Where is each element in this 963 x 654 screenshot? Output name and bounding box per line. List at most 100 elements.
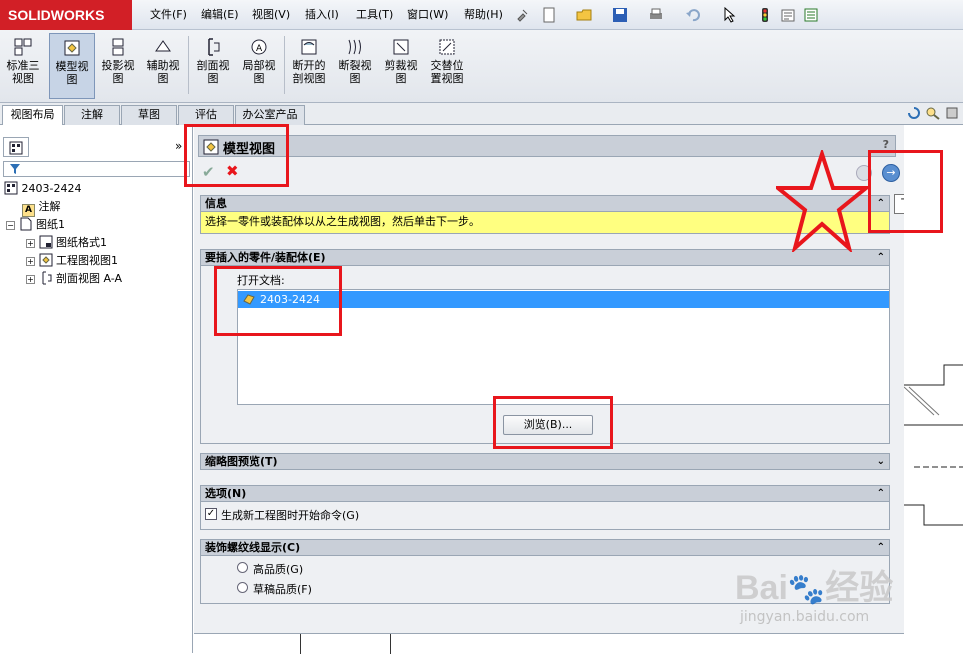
display-style-icon[interactable] [945,106,959,120]
menu-tools[interactable]: 工具(T) [352,0,397,30]
projected-view-button[interactable]: 投影视图 [98,33,138,99]
tab-sketch[interactable]: 草图 [121,105,177,125]
drawing-canvas[interactable] [904,125,963,653]
print-icon[interactable] [648,7,664,23]
file-properties-icon[interactable] [780,7,796,23]
next-icon[interactable]: → [882,164,900,182]
feature-manager-tab[interactable] [3,137,29,157]
section-title: 要插入的零件/装配体(E) [205,251,326,264]
new-document-icon[interactable] [541,7,557,23]
tree-item-drawing-view1[interactable]: + 工程图视图1 [26,252,118,270]
collapse-icon[interactable]: − [6,221,15,230]
ribbon-label: 投影视 [101,59,135,72]
ribbon-label: 辅助视 [146,59,180,72]
tree-filter-field[interactable] [3,161,190,177]
ribbon-label: 图 [253,72,265,85]
collapse-chevron-icon[interactable]: ⌃ [877,540,885,555]
open-documents-list[interactable]: 2403-2424 [237,289,890,405]
ribbon-label: 图 [207,72,219,85]
tree-item-section-view[interactable]: + 剖面视图 A-A [26,270,122,288]
open-documents-label: 打开文档: [237,274,285,287]
tree-item-label: 工程图视图1 [56,254,118,267]
ok-icon[interactable]: ✔ [202,163,215,181]
section-view-button[interactable]: 剖面视图 [193,33,233,99]
feature-tree-icon [9,141,23,155]
thumbnail-section-header[interactable]: 缩略图预览(T) ⌄ [200,453,890,470]
tab-annotation[interactable]: 注解 [64,105,120,125]
broken-out-section-button[interactable]: 断开的 剖视图 [288,33,330,99]
collapse-chevron-icon[interactable]: ⌃ [877,250,885,265]
collapse-chevron-icon[interactable]: ⌃ [877,196,885,211]
tree-item-sheet1[interactable]: − 图纸1 [6,216,65,234]
rebuild-traffic-light-icon[interactable] [757,7,773,23]
radio-label: 高品质(G) [253,563,304,576]
menu-file[interactable]: 文件(F) [146,0,191,30]
standard-3-view-button[interactable]: 标准三 视图 [4,33,42,99]
drawing-view-icon [39,253,52,267]
save-icon[interactable] [612,7,628,23]
browse-button[interactable]: 浏览(B)... [503,415,593,435]
ribbon-label: 剪裁视 [384,59,418,72]
break-view-icon [348,39,361,55]
cancel-icon[interactable]: ✖ [226,162,239,180]
insert-part-section-body: 打开文档: 2403-2424 浏览(B)... [200,266,890,444]
ribbon-label: 标准三 [6,59,40,72]
options-section-header[interactable]: 选项(N) ⌃ [200,485,890,502]
watermark-url: jingyan.baidu.com [740,609,870,625]
thread-section-header[interactable]: 装饰螺纹线显示(C) ⌃ [200,539,890,556]
list-item[interactable]: 2403-2424 [238,291,889,308]
ribbon-label: 断开的 [292,59,326,72]
alternate-position-view-button[interactable]: 交替位 置视图 [426,33,468,99]
detail-view-button[interactable]: A 局部视图 [238,33,280,99]
model-view-button[interactable]: 模型视图 [49,33,95,99]
tree-item-annotations[interactable]: A 注解 [22,198,61,217]
menu-help[interactable]: 帮助(H) [460,0,507,30]
menu-view[interactable]: 视图(V) [248,0,294,30]
ribbon-label: 图 [349,72,361,85]
tab-office-products[interactable]: 办公室产品 [235,105,305,125]
watermark-brand: Bai [735,569,788,607]
radio-label: 草稿品质(F) [253,583,312,596]
divider [390,634,391,654]
expand-icon[interactable]: + [26,275,35,284]
tree-root-label: 2403-2424 [21,182,82,195]
drawing-icon [4,181,18,195]
tab-view-layout[interactable]: 视图布局 [2,105,63,125]
feature-manager-panel: » 2403-2424 A 注解 − 图纸1 + 图纸格式1 + 工程图视图1 … [0,125,193,653]
ribbon-label: 图 [112,72,124,85]
select-cursor-icon[interactable] [722,7,738,23]
open-folder-icon[interactable] [576,7,592,23]
tree-root[interactable]: 2403-2424 [4,180,81,198]
start-command-checkbox[interactable]: ✓ [205,508,217,520]
crop-view-button[interactable]: 剪裁视图 [380,33,422,99]
zoom-icon[interactable] [925,106,941,120]
checkbox-label: 生成新工程图时开始命令(G) [221,509,360,522]
high-quality-radio[interactable] [237,562,248,573]
broken-out-section-icon [301,39,317,55]
tree-item-label: 图纸1 [36,218,65,231]
expand-icon[interactable]: + [26,239,35,248]
menu-insert[interactable]: 插入(I) [301,0,343,30]
ribbon-separator [284,36,285,94]
tab-evaluate[interactable]: 评估 [178,105,234,125]
collapse-chevron-icon[interactable]: ⌃ [877,486,885,501]
break-view-button[interactable]: 断裂视图 [334,33,376,99]
tree-item-label: 注解 [38,200,61,213]
help-icon[interactable]: ? [883,138,889,151]
solidworks-logo: SOLIDWORKS [0,0,132,30]
options-icon[interactable] [803,7,819,23]
draft-quality-radio[interactable] [237,582,248,593]
sheet-icon [20,217,31,231]
expand-icon[interactable]: + [26,257,35,266]
menu-edit[interactable]: 编辑(E) [197,0,243,30]
pin-icon[interactable] [514,7,530,23]
undo-icon[interactable] [685,7,701,23]
alternate-position-view-icon [439,39,455,55]
crop-view-icon [393,39,409,55]
auxiliary-view-button[interactable]: 辅助视图 [142,33,184,99]
rotate-view-icon[interactable] [907,106,921,120]
panel-expand-icon[interactable]: » [175,139,182,153]
expand-chevron-icon[interactable]: ⌄ [877,454,885,469]
menu-window[interactable]: 窗口(W) [403,0,452,30]
tree-item-sheet-format1[interactable]: + 图纸格式1 [26,234,107,252]
